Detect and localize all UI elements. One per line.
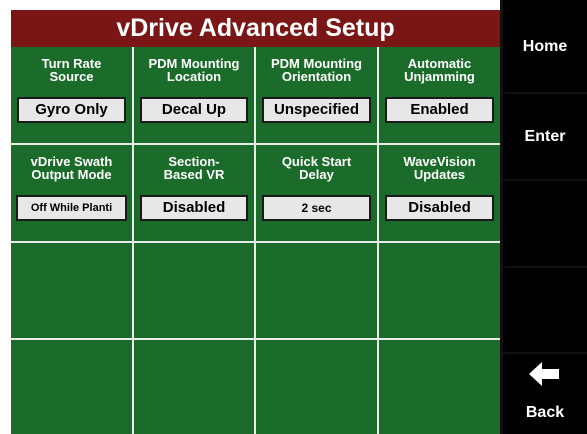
enter-button[interactable]: Enter — [503, 94, 587, 179]
turn-rate-source-button[interactable]: Gyro Only — [17, 97, 126, 123]
setting-label-line: Output Mode — [31, 167, 112, 182]
section-based-vr-button[interactable]: Disabled — [140, 195, 248, 221]
empty-cell — [379, 243, 500, 338]
home-button[interactable]: Home — [503, 0, 587, 92]
setting-automatic-unjamming: Automatic Unjamming Enabled — [379, 47, 500, 143]
setting-turn-rate-source: Turn Rate Source Gyro Only — [11, 47, 132, 143]
setting-label: PDM Mounting Orientation — [256, 57, 377, 83]
setting-label: Quick Start Delay — [256, 155, 377, 181]
setting-pdm-mounting-orientation: PDM Mounting Orientation Unspecified — [256, 47, 377, 143]
setting-label: Section- Based VR — [134, 155, 254, 181]
vdrive-advanced-setup-screen: vDrive Advanced Setup Turn Rate Source G… — [0, 0, 587, 434]
setting-label-line: Delay — [299, 167, 334, 182]
settings-grid: Turn Rate Source Gyro Only PDM Mounting … — [11, 47, 500, 434]
setting-label-line: Based VR — [163, 167, 225, 182]
setting-label-line: Source — [49, 69, 94, 84]
vdrive-swath-output-mode-button[interactable]: Off While Planti — [16, 195, 127, 221]
back-button-label: Back — [525, 404, 565, 421]
empty-cell — [379, 340, 500, 434]
arrow-left-icon — [503, 362, 587, 391]
empty-cell — [134, 340, 254, 434]
setting-label: Automatic Unjamming — [379, 57, 500, 83]
page-title: vDrive Advanced Setup — [11, 10, 500, 47]
pdm-mounting-orientation-button[interactable]: Unspecified — [262, 97, 371, 123]
empty-cell — [11, 340, 132, 434]
setting-label: WaveVision Updates — [379, 155, 500, 181]
pdm-mounting-location-button[interactable]: Decal Up — [140, 97, 248, 123]
setting-label: Turn Rate Source — [11, 57, 132, 83]
back-button[interactable]: Back — [503, 354, 587, 434]
setting-vdrive-swath-output-mode: vDrive Swath Output Mode Off While Plant… — [11, 145, 132, 241]
empty-cell — [11, 243, 132, 338]
empty-cell — [134, 243, 254, 338]
quick-start-delay-button[interactable]: 2 sec — [262, 195, 371, 221]
setting-label: PDM Mounting Location — [134, 57, 254, 83]
setting-section-based-vr: Section- Based VR Disabled — [134, 145, 254, 241]
automatic-unjamming-button[interactable]: Enabled — [385, 97, 494, 123]
empty-cell — [256, 243, 377, 338]
home-button-label: Home — [522, 38, 568, 55]
setting-label-line: Orientation — [281, 69, 352, 84]
wavevision-updates-button[interactable]: Disabled — [385, 195, 494, 221]
arrow-left-icon-svg — [529, 362, 559, 386]
empty-cell — [256, 340, 377, 434]
setting-label: vDrive Swath Output Mode — [11, 155, 132, 181]
empty-menu-button[interactable] — [503, 181, 587, 266]
setting-label-line: Unjamming — [404, 69, 475, 84]
setting-pdm-mounting-location: PDM Mounting Location Decal Up — [134, 47, 254, 143]
setting-quick-start-delay: Quick Start Delay 2 sec — [256, 145, 377, 241]
setting-wavevision-updates: WaveVision Updates Disabled — [379, 145, 500, 241]
side-menu: Home Enter Back — [500, 0, 587, 434]
enter-button-label: Enter — [524, 128, 566, 145]
setting-label-line: Location — [166, 69, 222, 84]
empty-menu-button[interactable] — [503, 268, 587, 352]
setting-label-line: Updates — [413, 167, 466, 182]
